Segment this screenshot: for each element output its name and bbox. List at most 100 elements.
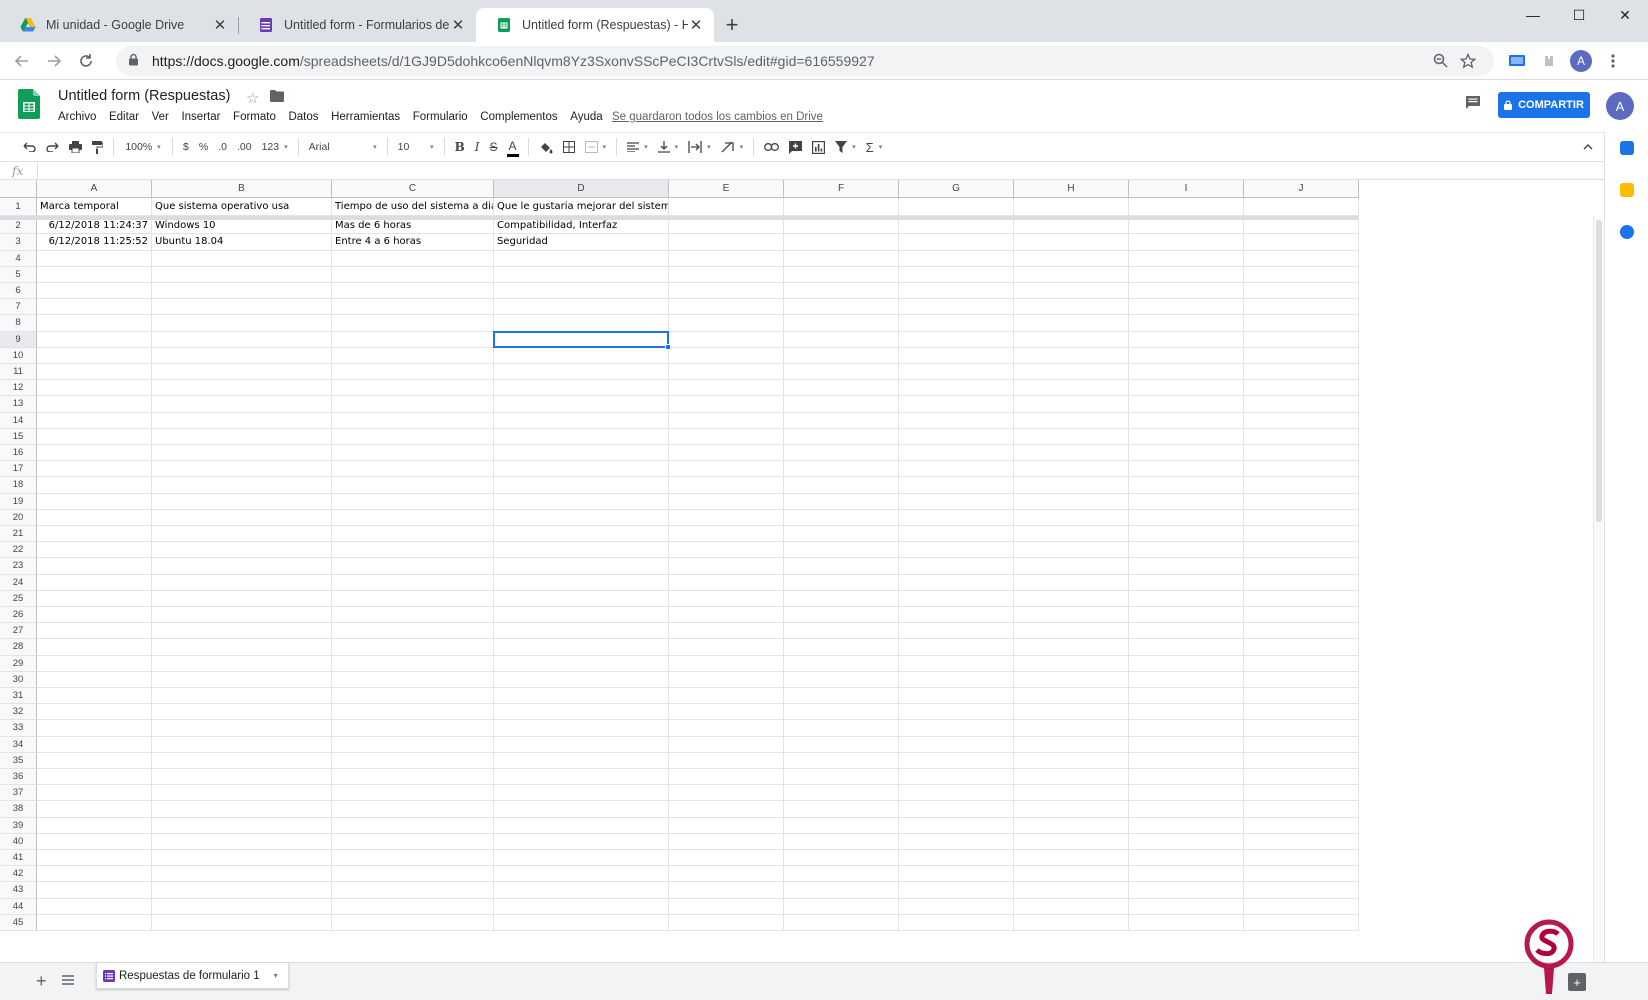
paint-format-icon[interactable]	[87, 135, 108, 159]
table-cell[interactable]	[784, 898, 899, 915]
table-cell[interactable]	[494, 623, 669, 640]
table-cell[interactable]	[669, 250, 784, 267]
table-cell[interactable]	[899, 607, 1014, 624]
table-cell[interactable]	[1129, 218, 1244, 235]
table-cell[interactable]	[1129, 720, 1244, 737]
table-cell[interactable]	[784, 704, 899, 721]
table-cell[interactable]	[784, 671, 899, 688]
column-header-f[interactable]: F	[784, 180, 899, 198]
table-cell[interactable]	[784, 801, 899, 818]
table-cell[interactable]	[1244, 347, 1359, 364]
table-cell[interactable]	[332, 331, 494, 348]
table-cell[interactable]	[899, 428, 1014, 445]
table-cell[interactable]	[1014, 461, 1129, 478]
table-cell[interactable]	[152, 736, 332, 753]
table-cell[interactable]	[332, 493, 494, 510]
table-cell[interactable]	[152, 526, 332, 543]
table-cell[interactable]	[152, 898, 332, 915]
table-cell[interactable]	[37, 266, 152, 283]
row-header[interactable]: 22	[0, 542, 37, 559]
table-cell[interactable]	[784, 542, 899, 559]
table-cell[interactable]	[37, 509, 152, 526]
table-cell[interactable]	[37, 299, 152, 316]
table-cell[interactable]	[332, 752, 494, 769]
table-cell[interactable]	[332, 817, 494, 834]
table-cell[interactable]	[332, 882, 494, 899]
profile-avatar[interactable]: A	[1566, 46, 1596, 76]
table-cell[interactable]	[37, 671, 152, 688]
table-cell[interactable]	[494, 833, 669, 850]
table-cell[interactable]	[1244, 364, 1359, 381]
table-cell[interactable]	[784, 607, 899, 624]
table-cell[interactable]	[332, 574, 494, 591]
table-cell[interactable]	[1129, 526, 1244, 543]
table-cell[interactable]	[1244, 493, 1359, 510]
table-cell[interactable]	[899, 898, 1014, 915]
table-cell[interactable]	[784, 558, 899, 575]
table-cell[interactable]	[332, 720, 494, 737]
row-header[interactable]: 24	[0, 574, 37, 591]
bold-button[interactable]: B	[450, 135, 470, 159]
menu-formato[interactable]: Formato	[233, 111, 276, 123]
maximize-icon[interactable]: ☐	[1556, 0, 1602, 30]
table-cell[interactable]	[784, 477, 899, 494]
row-header[interactable]: 44	[0, 898, 37, 915]
table-cell[interactable]: Seguridad	[494, 234, 669, 251]
table-cell[interactable]	[494, 574, 669, 591]
table-cell[interactable]	[37, 250, 152, 267]
table-cell[interactable]	[899, 850, 1014, 867]
table-cell[interactable]	[494, 315, 669, 332]
table-cell[interactable]	[669, 445, 784, 462]
table-cell[interactable]	[899, 266, 1014, 283]
table-cell[interactable]	[1244, 898, 1359, 915]
table-cell[interactable]	[899, 234, 1014, 251]
table-cell[interactable]	[332, 347, 494, 364]
table-cell[interactable]	[37, 850, 152, 867]
table-cell[interactable]	[494, 412, 669, 429]
table-cell[interactable]	[899, 461, 1014, 478]
table-cell[interactable]	[784, 526, 899, 543]
insert-link-icon[interactable]	[759, 135, 784, 159]
table-cell[interactable]	[37, 607, 152, 624]
row-header[interactable]: 37	[0, 785, 37, 802]
table-cell[interactable]	[37, 380, 152, 397]
table-cell[interactable]	[669, 283, 784, 300]
table-cell[interactable]	[1244, 542, 1359, 559]
table-cell[interactable]	[784, 234, 899, 251]
table-cell[interactable]	[332, 914, 494, 931]
table-cell[interactable]	[332, 688, 494, 705]
table-cell[interactable]	[669, 866, 784, 883]
table-cell[interactable]	[1244, 574, 1359, 591]
table-cell[interactable]	[899, 769, 1014, 786]
table-cell[interactable]	[899, 493, 1014, 510]
header-cell[interactable]: Que le gustaria mejorar del sistema	[494, 198, 669, 216]
table-cell[interactable]	[494, 299, 669, 316]
table-cell[interactable]	[494, 671, 669, 688]
row-header[interactable]: 33	[0, 720, 37, 737]
menu-editar[interactable]: Editar	[109, 111, 139, 123]
table-cell[interactable]	[332, 542, 494, 559]
table-cell[interactable]	[1014, 509, 1129, 526]
table-cell[interactable]	[1129, 688, 1244, 705]
table-cell[interactable]	[784, 655, 899, 672]
table-cell[interactable]	[494, 493, 669, 510]
table-cell[interactable]	[1129, 623, 1244, 640]
star-icon[interactable]: ☆	[246, 89, 259, 107]
table-cell[interactable]	[494, 914, 669, 931]
filter-icon[interactable]	[830, 135, 861, 159]
text-color-button[interactable]: A	[506, 137, 519, 157]
table-cell[interactable]	[332, 833, 494, 850]
table-cell[interactable]	[1244, 283, 1359, 300]
table-cell[interactable]	[152, 445, 332, 462]
table-cell[interactable]	[669, 898, 784, 915]
table-cell[interactable]	[899, 364, 1014, 381]
table-cell[interactable]	[1014, 299, 1129, 316]
address-bar[interactable]: https://docs.google.com/spreadsheets/d/1…	[116, 45, 1494, 76]
row-header[interactable]: 43	[0, 882, 37, 899]
row-header[interactable]: 26	[0, 607, 37, 624]
table-cell[interactable]	[332, 299, 494, 316]
table-cell[interactable]	[784, 817, 899, 834]
table-cell[interactable]	[1129, 266, 1244, 283]
table-cell[interactable]	[1244, 234, 1359, 251]
table-cell[interactable]	[1129, 558, 1244, 575]
